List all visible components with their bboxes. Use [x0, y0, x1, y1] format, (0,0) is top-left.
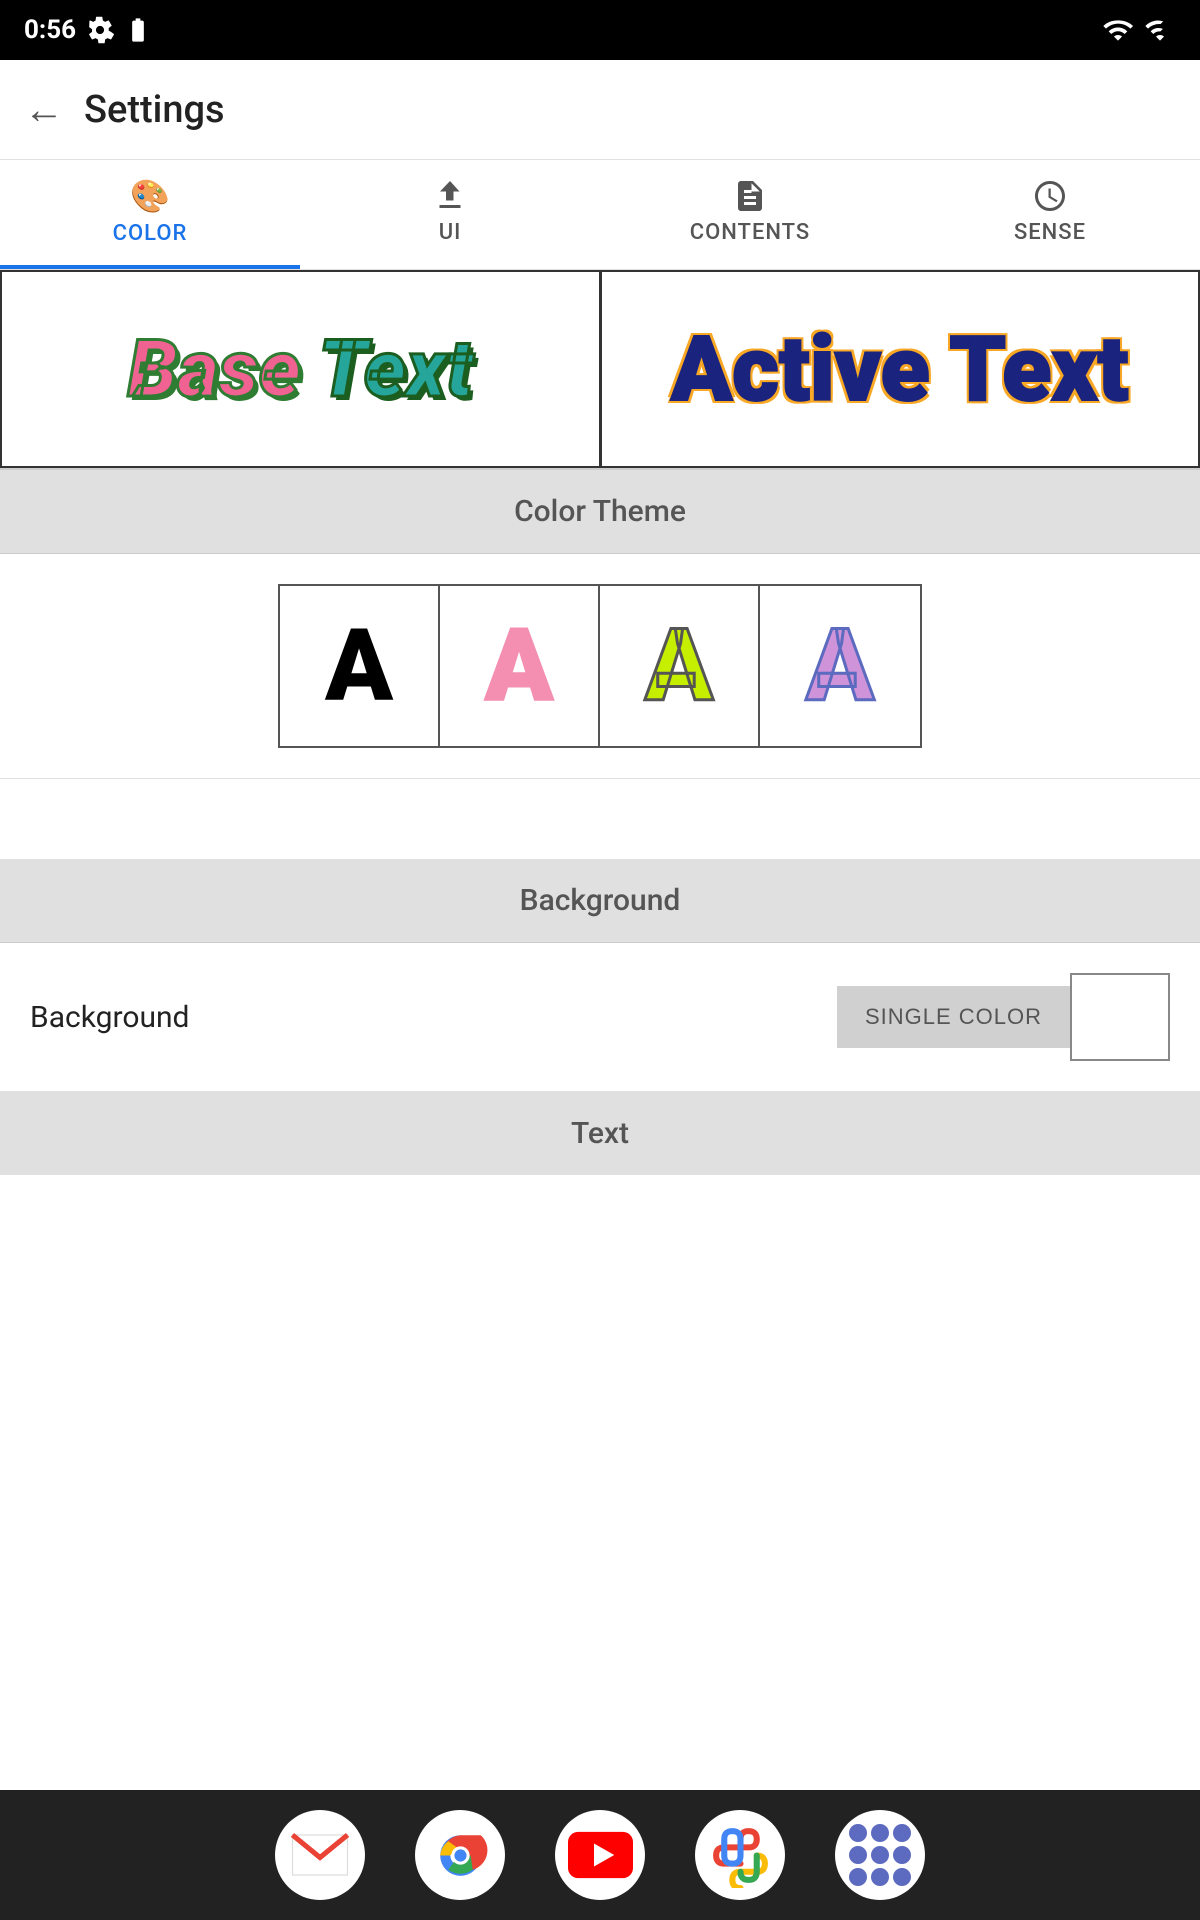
back-button[interactable]: ← [24, 86, 64, 133]
wifi-status-icon [1102, 14, 1134, 46]
theme-options-container: A A A A [278, 584, 922, 748]
bottom-nav [0, 1790, 1200, 1920]
apps-launcher-icon[interactable] [835, 1810, 925, 1900]
background-section-header: Background [0, 859, 1200, 942]
preview-row: Base Text Active Text [0, 270, 1200, 470]
base-text-display: Base Text [128, 322, 473, 416]
tab-sense-label: SENSE [1014, 220, 1086, 245]
tab-sense[interactable]: SENSE [900, 160, 1200, 269]
theme-option-black[interactable]: A [280, 586, 440, 746]
color-theme-options: A A A A [0, 554, 1200, 779]
gmail-app-icon[interactable] [275, 1810, 365, 1900]
spacer-1 [0, 779, 1200, 859]
battery-icon [124, 16, 152, 44]
active-text-display: Active Text [671, 317, 1129, 422]
theme-option-pink[interactable]: A [440, 586, 600, 746]
tab-contents-label: CONTENTS [690, 220, 811, 245]
status-bar: 0:56 [0, 0, 1200, 60]
base-text-preview[interactable]: Base Text [0, 270, 600, 468]
chrome-svg [428, 1823, 493, 1888]
tab-color[interactable]: 🎨 COLOR [0, 160, 300, 269]
tab-ui[interactable]: UI [300, 160, 600, 269]
youtube-app-icon[interactable] [555, 1810, 645, 1900]
background-label: Background [30, 1000, 189, 1035]
background-controls: SINGLE COLOR [837, 973, 1170, 1061]
status-time: 0:56 [24, 15, 152, 45]
theme-a-black-label: A [325, 608, 393, 725]
photos-app-icon[interactable] [695, 1810, 785, 1900]
tab-color-label: COLOR [113, 221, 188, 246]
tab-ui-label: UI [439, 220, 462, 245]
content-spacer [0, 1175, 1200, 1754]
status-icons [1102, 14, 1176, 46]
theme-option-green[interactable]: A [600, 586, 760, 746]
theme-a-green-label: A [645, 608, 713, 725]
color-theme-section-header: Color Theme [0, 470, 1200, 553]
gmail-svg [290, 1831, 350, 1879]
youtube-svg [568, 1831, 633, 1879]
document-icon [732, 178, 768, 214]
tab-contents[interactable]: CONTENTS [600, 160, 900, 269]
single-color-button[interactable]: SINGLE COLOR [837, 986, 1070, 1048]
time-display: 0:56 [24, 15, 76, 45]
palette-icon: 🎨 [130, 177, 170, 215]
apps-grid [849, 1824, 911, 1886]
theme-a-purple-label: A [806, 608, 874, 725]
tab-bar: 🎨 COLOR UI CONTENTS SENSE [0, 160, 1200, 270]
clock-icon [1032, 178, 1068, 214]
theme-option-purple[interactable]: A [760, 586, 920, 746]
download-icon [432, 178, 468, 214]
color-swatch[interactable] [1070, 973, 1170, 1061]
background-setting-row: Background SINGLE COLOR [0, 943, 1200, 1092]
photos-svg [708, 1823, 773, 1888]
chrome-app-icon[interactable] [415, 1810, 505, 1900]
theme-a-pink-label: A [485, 608, 553, 725]
active-text-preview[interactable]: Active Text [600, 270, 1200, 468]
app-title: Settings [84, 88, 225, 132]
app-bar: ← Settings [0, 60, 1200, 160]
signal-status-icon [1144, 14, 1176, 46]
text-section-header: Text [0, 1092, 1200, 1175]
settings-icon [86, 16, 114, 44]
